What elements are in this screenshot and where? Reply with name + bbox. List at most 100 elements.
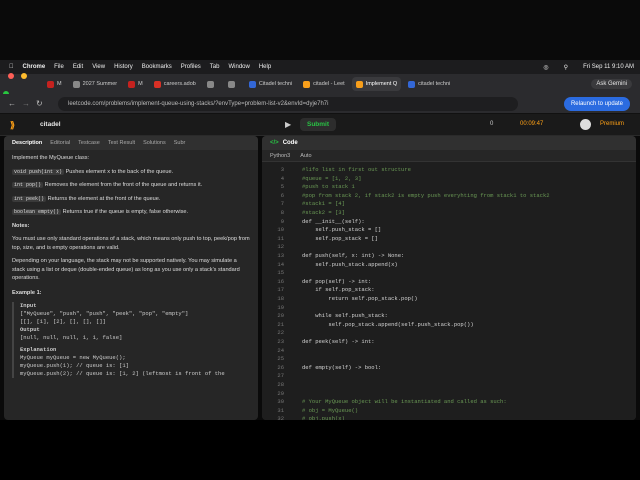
menu-tab[interactable]: Tab	[210, 64, 220, 70]
submit-button[interactable]: Submit	[300, 118, 337, 131]
tab-strip: M 2027 Summer Mcareers.adob Citadel techni c…	[0, 73, 640, 97]
reload-icon[interactable]: ↻	[36, 99, 43, 108]
browser-tab[interactable]	[224, 77, 242, 91]
explanation-line-3: myQueue.push(2); // queue is: [1, 2] (le…	[20, 370, 225, 377]
line-number: 5	[280, 183, 284, 191]
menu-help[interactable]: Help	[259, 64, 271, 70]
browser-tab[interactable]: Implement Q	[351, 77, 402, 91]
run-icon[interactable]: ▶	[285, 120, 291, 129]
code-line[interactable]: def pop(self) -> int:	[302, 278, 371, 285]
leetcode-logo-icon[interactable]: ⟫	[10, 120, 15, 131]
premium-link[interactable]: Premium	[600, 121, 624, 127]
tab-submissions[interactable]: Subr	[174, 140, 186, 146]
code-line[interactable]: # obj = MyQueue()	[302, 407, 358, 414]
menu-history[interactable]: History	[114, 64, 133, 70]
url-bar[interactable]: leetcode.com/problems/implement-queue-us…	[58, 97, 518, 111]
browser-tab[interactable]: careers.adob	[150, 77, 200, 91]
clock[interactable]: Fri Sep 11 9:10 AM	[583, 64, 634, 70]
code-line[interactable]: def empty(self) -> bool:	[302, 364, 381, 371]
description-panel: Description Editorial Testcase Test Resu…	[4, 136, 258, 420]
editor-toolbar: Python3 Auto	[262, 150, 636, 162]
code-line[interactable]: def push(self, x: int) -> None:	[302, 252, 404, 259]
line-number: 10	[277, 226, 284, 234]
address-bar-row: ← → ↻ leetcode.com/problems/implement-qu…	[0, 94, 640, 114]
input-label: Input	[20, 302, 37, 309]
code-line[interactable]: # Your MyQueue object will be instantiat…	[302, 398, 507, 405]
line-number: 13	[277, 252, 284, 259]
browser-tab[interactable]: citadel techni	[404, 77, 454, 91]
search-icon[interactable]: ⚲	[564, 64, 568, 71]
line-number: 20	[277, 312, 284, 320]
browser-tab[interactable]: citadel - Leet	[299, 77, 349, 91]
wifi-icon[interactable]: ◎	[543, 64, 548, 71]
code-line[interactable]: #queue = [1, 2, 3]	[302, 175, 361, 182]
code-line[interactable]: self.push_stack = []	[302, 226, 381, 233]
browser-tab[interactable]: 2027 Summer	[69, 77, 122, 91]
tab-solutions[interactable]: Solutions	[143, 140, 166, 146]
back-icon[interactable]: ←	[8, 99, 16, 108]
explanation-line-1: MyQueue myQueue = new MyQueue();	[20, 354, 126, 361]
code-line[interactable]: if self.pop_stack:	[302, 286, 374, 293]
code-line[interactable]: #stack1 = [4]	[302, 200, 345, 207]
tab-favicon-icon	[303, 80, 311, 88]
code-line[interactable]: self.pop_stack = []	[302, 235, 378, 242]
menu-bookmarks[interactable]: Bookmarks	[142, 64, 172, 70]
output-line: [null, null, null, 1, 1, false]	[20, 334, 123, 341]
code-line[interactable]: self.push_stack.append(x)	[302, 261, 398, 268]
code-line[interactable]: return self.pop_stack.pop()	[302, 295, 417, 302]
tab-testcase[interactable]: Testcase	[78, 140, 100, 146]
code-editor[interactable]: 3 #lifo list in first out structure 4 #queu…	[262, 162, 636, 420]
browser-tab[interactable]: Citadel techni	[245, 77, 296, 91]
menu-profiles[interactable]: Profiles	[181, 64, 201, 70]
line-number: 31	[277, 406, 284, 414]
tab-label: M	[57, 81, 62, 87]
code-line[interactable]: #pop from stack 2, if stack2 is empty pu…	[302, 192, 550, 199]
timer[interactable]: 00:09:47	[520, 121, 543, 127]
code-line[interactable]: #push to stack 1	[302, 183, 355, 190]
minimize-window-icon[interactable]	[21, 73, 28, 79]
code-panel: </> Code Python3 Auto 3 #lifo list in fir…	[262, 136, 636, 420]
tab-description[interactable]: Description	[12, 140, 42, 146]
tab-label: citadel techni	[418, 81, 451, 87]
line-number: 28	[277, 381, 284, 388]
code-line[interactable]: def __init__(self):	[302, 218, 365, 225]
code-line[interactable]: self.pop_stack.append(self.push_stack.po…	[302, 321, 473, 328]
intro-text: Implement the MyQueue class:	[12, 155, 90, 161]
ask-gemini-button[interactable]: Ask Gemini	[591, 79, 632, 89]
line-number: 18	[277, 295, 284, 302]
streak-count[interactable]: 0	[490, 121, 493, 127]
explanation-line-2: myQueue.push(1); // queue is: [1]	[20, 362, 129, 369]
language-select[interactable]: Python3	[270, 153, 290, 159]
line-number: 23	[277, 338, 284, 345]
code-line[interactable]: while self.push_stack:	[302, 312, 388, 319]
browser-tab[interactable]	[203, 77, 221, 91]
tab-test-result[interactable]: Test Result	[108, 140, 135, 146]
auto-mode[interactable]: Auto	[300, 153, 311, 159]
menu-window[interactable]: Window	[228, 64, 249, 70]
line-number: 27	[277, 372, 284, 380]
close-window-icon[interactable]	[8, 73, 14, 79]
menu-view[interactable]: View	[92, 64, 105, 70]
code-title: Code	[282, 140, 298, 146]
menu-edit[interactable]: Edit	[73, 64, 83, 70]
code-header: </> Code	[262, 136, 636, 150]
avatar[interactable]	[580, 119, 591, 130]
browser-tab[interactable]: M	[124, 77, 147, 91]
screen:  Chrome File Edit View History Bookmark…	[0, 0, 640, 480]
tab-favicon-icon	[47, 80, 54, 88]
tab-editorial[interactable]: Editorial	[50, 140, 70, 146]
notes-title: Notes:	[12, 222, 30, 229]
code-line[interactable]: #stack2 = [3]	[302, 209, 345, 216]
relaunch-button[interactable]: Relaunch to update	[563, 97, 630, 111]
tab-favicon-icon	[227, 80, 235, 88]
problem-list-title[interactable]: citadel	[40, 121, 61, 128]
menu-file[interactable]: File	[54, 64, 64, 70]
code-line[interactable]: def peek(self) -> int:	[302, 338, 375, 345]
line-number: 24	[277, 346, 284, 354]
browser-tab[interactable]: M	[43, 77, 66, 91]
line-number: 21	[277, 320, 284, 328]
forward-icon[interactable]: →	[22, 99, 30, 108]
line-number: 11	[277, 234, 284, 242]
code-line[interactable]: #lifo list in first out structure	[302, 166, 411, 173]
tab-favicon-icon	[153, 80, 161, 88]
